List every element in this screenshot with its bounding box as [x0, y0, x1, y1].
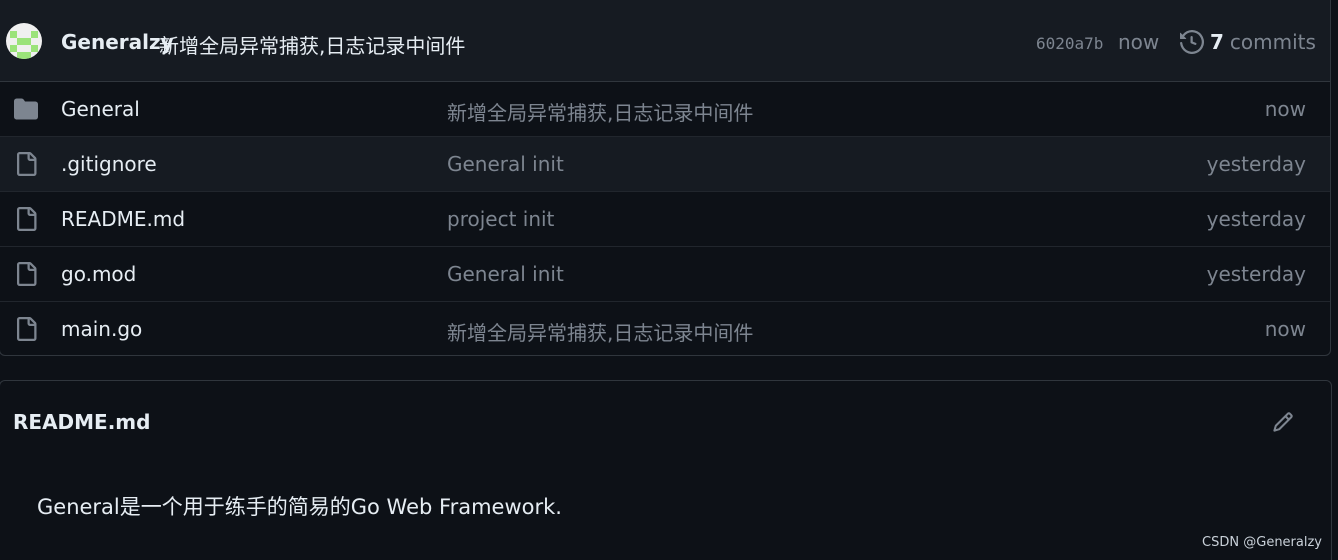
file-age: now: [1264, 97, 1306, 121]
latest-commit-bar: Generalzy 新增全局异常捕获,日志记录中间件 6020a7b now 7…: [0, 0, 1330, 82]
file-row[interactable]: .gitignore General init yesterday: [0, 136, 1330, 191]
commit-time: now: [1118, 30, 1160, 54]
file-icon: [13, 262, 39, 286]
file-name-link[interactable]: main.go: [61, 317, 142, 341]
file-icon: [13, 152, 39, 176]
file-age: now: [1264, 317, 1306, 341]
file-commit-message-link[interactable]: General init: [447, 262, 564, 286]
file-row[interactable]: README.md project init yesterday: [0, 191, 1330, 246]
file-commit-message-link[interactable]: 新增全局异常捕获,日志记录中间件: [447, 97, 753, 126]
readme-title[interactable]: README.md: [13, 410, 150, 434]
readme-panel: README.md General是一个用于练手的简易的Go Web Frame…: [0, 380, 1332, 560]
file-age: yesterday: [1206, 207, 1306, 231]
file-name-link[interactable]: General: [61, 97, 140, 121]
file-age: yesterday: [1206, 262, 1306, 286]
avatar[interactable]: [6, 23, 42, 59]
pencil-icon: [1273, 412, 1293, 432]
file-commit-message-link[interactable]: project init: [447, 207, 554, 231]
commit-count: 7: [1210, 30, 1224, 54]
file-icon: [13, 207, 39, 231]
edit-readme-button[interactable]: [1270, 409, 1296, 435]
file-row[interactable]: main.go 新增全局异常捕获,日志记录中间件 now: [0, 301, 1330, 355]
file-age: yesterday: [1206, 152, 1306, 176]
file-row[interactable]: go.mod General init yesterday: [0, 246, 1330, 301]
watermark: CSDN @Generalzy: [1202, 535, 1322, 550]
commit-message-link[interactable]: 新增全局异常捕获,日志记录中间件: [159, 30, 465, 59]
commit-sha-link[interactable]: 6020a7b: [1036, 34, 1103, 53]
commit-author-link[interactable]: Generalzy: [61, 30, 174, 54]
readme-content: General是一个用于练手的简易的Go Web Framework.: [37, 495, 562, 519]
file-icon: [13, 317, 39, 341]
file-commit-message-link[interactable]: 新增全局异常捕获,日志记录中间件: [447, 317, 753, 346]
commits-label: commits: [1229, 30, 1316, 54]
file-name-link[interactable]: .gitignore: [61, 152, 157, 176]
history-icon: [1180, 30, 1204, 54]
folder-icon: [13, 97, 39, 121]
repository-page: Generalzy 新增全局异常捕获,日志记录中间件 6020a7b now 7…: [0, 0, 1338, 560]
file-name-link[interactable]: go.mod: [61, 262, 136, 286]
file-name-link[interactable]: README.md: [61, 207, 185, 231]
file-row[interactable]: General 新增全局异常捕获,日志记录中间件 now: [0, 82, 1330, 137]
file-browser: Generalzy 新增全局异常捕获,日志记录中间件 6020a7b now 7…: [0, 0, 1331, 356]
commit-history-link[interactable]: 7 commits: [1180, 28, 1316, 56]
file-commit-message-link[interactable]: General init: [447, 152, 564, 176]
